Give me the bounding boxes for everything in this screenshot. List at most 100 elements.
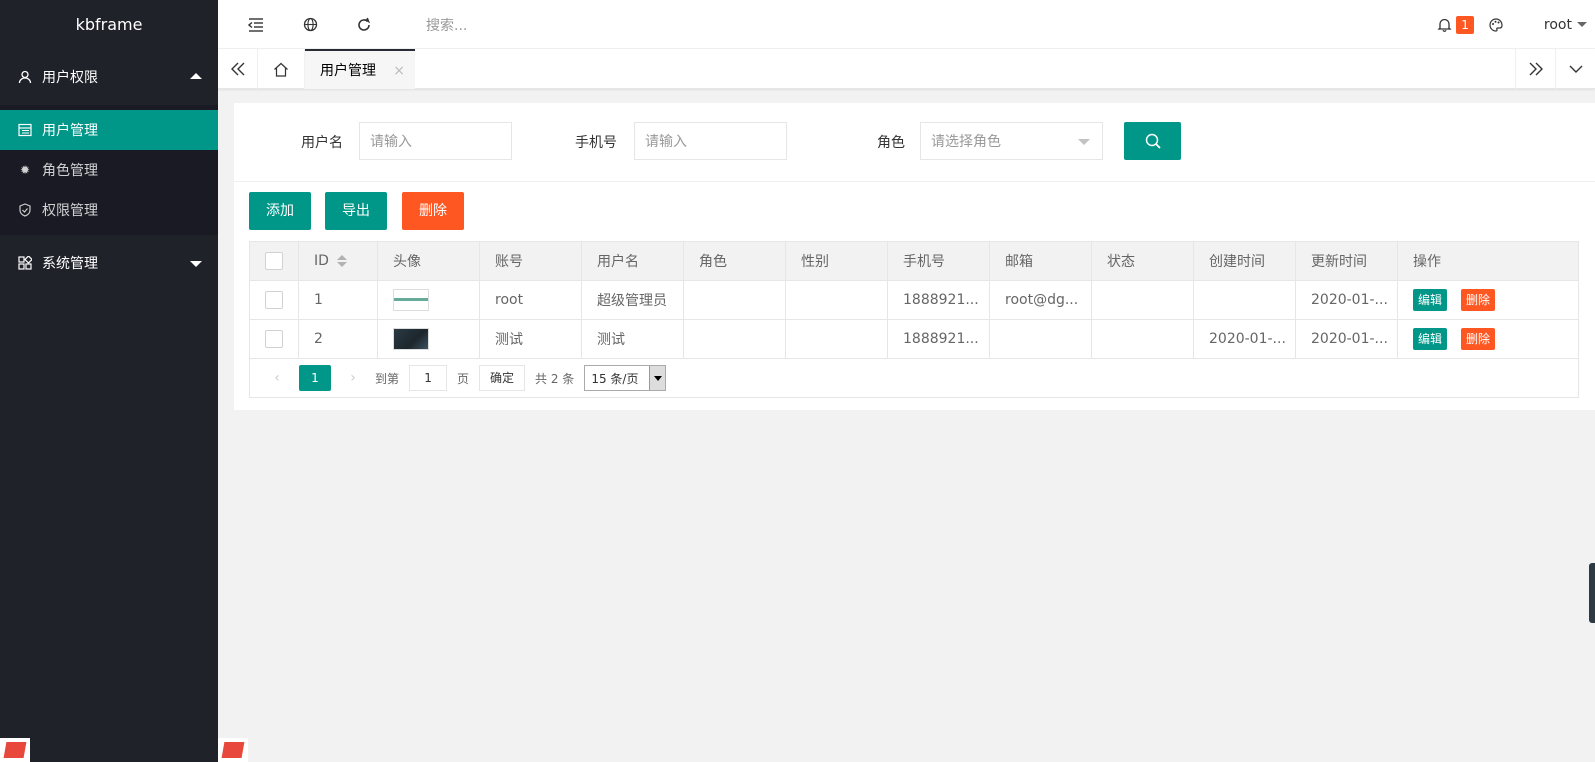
prev-page-icon[interactable]: ‹ bbox=[265, 370, 289, 386]
palette-icon[interactable] bbox=[1488, 17, 1504, 33]
sidebar-item-label: 角色管理 bbox=[42, 163, 98, 179]
username-input[interactable]: 请输入 bbox=[359, 122, 512, 160]
column-label: ID bbox=[314, 253, 329, 269]
page-size-select[interactable]: 15 条/页 bbox=[584, 365, 667, 391]
username-placeholder: 请输入 bbox=[370, 134, 412, 150]
edit-button[interactable]: 编辑 bbox=[1413, 328, 1448, 350]
bell-icon[interactable] bbox=[1437, 17, 1452, 32]
delete-button[interactable]: 删除 bbox=[1461, 328, 1496, 350]
tabs-scroll-right-icon[interactable] bbox=[1515, 49, 1555, 89]
cell-username: 超级管理员 bbox=[582, 281, 684, 319]
sidebar-item-user-management[interactable]: 用户管理 bbox=[0, 110, 218, 150]
side-scroll-handle[interactable] bbox=[1589, 563, 1595, 623]
table-row: 2 测试 测试 1888921... 2020-01-... 2020-01-.… bbox=[250, 320, 1578, 359]
content-card: 用户名 请输入 手机号 请输入 角色 请选择角色 添加 导出 删除 ID 头像 … bbox=[234, 103, 1595, 410]
column-header-gender: 性别 bbox=[786, 242, 888, 280]
goto-label: 到第 bbox=[375, 371, 400, 386]
search-button[interactable] bbox=[1124, 122, 1181, 160]
delete-button[interactable]: 删除 bbox=[1461, 289, 1496, 311]
cell-created: 2020-01-... bbox=[1194, 320, 1296, 358]
nav-group-label: 系统管理 bbox=[42, 256, 98, 272]
home-icon[interactable] bbox=[258, 49, 305, 89]
chevron-down-icon bbox=[649, 366, 666, 390]
nav-group-system-management[interactable]: 系统管理 bbox=[0, 235, 218, 291]
role-label: 角色 bbox=[877, 135, 905, 151]
tab-user-management[interactable]: 用户管理 × bbox=[305, 49, 415, 89]
sidebar-item-role-management[interactable]: ✹ 角色管理 bbox=[0, 150, 218, 190]
cell-created bbox=[1194, 281, 1296, 319]
goto-confirm-button[interactable]: 确定 bbox=[479, 365, 526, 391]
column-header-username: 用户名 bbox=[582, 242, 684, 280]
notification-badge: 1 bbox=[1456, 15, 1474, 34]
gear-icon: ✹ bbox=[19, 163, 31, 177]
table-header-row: ID 头像 账号 用户名 角色 性别 手机号 邮箱 状态 创建时间 更新时间 操… bbox=[250, 242, 1578, 281]
cell-account: root bbox=[480, 281, 582, 319]
select-all-cell bbox=[250, 242, 299, 280]
cell-email: root@dg... bbox=[990, 281, 1092, 319]
table-row: 1 root 超级管理员 1888921... root@dg... 2020-… bbox=[250, 281, 1578, 320]
select-all-checkbox[interactable] bbox=[265, 252, 283, 270]
table-icon bbox=[18, 123, 32, 137]
column-header-avatar: 头像 bbox=[378, 242, 480, 280]
collapse-menu-icon[interactable] bbox=[236, 0, 276, 49]
search-form: 用户名 请输入 手机号 请输入 角色 请选择角色 bbox=[234, 103, 1595, 182]
next-page-icon[interactable]: › bbox=[341, 370, 365, 386]
sort-icon[interactable] bbox=[336, 255, 347, 267]
globe-icon[interactable] bbox=[290, 0, 330, 49]
username-label: 用户名 bbox=[301, 135, 343, 151]
top-header: 搜索... 1 root bbox=[218, 0, 1595, 49]
role-select[interactable]: 请选择角色 bbox=[920, 122, 1103, 160]
column-header-created: 创建时间 bbox=[1194, 242, 1296, 280]
cell-updated: 2020-01-... bbox=[1296, 281, 1398, 319]
username: root bbox=[1543, 16, 1572, 33]
tabs-menu-chevron-down-icon[interactable] bbox=[1555, 49, 1595, 89]
caret-up-icon bbox=[190, 73, 202, 79]
phone-placeholder: 请输入 bbox=[645, 134, 687, 150]
nav-submenu: 用户管理 ✹ 角色管理 权限管理 bbox=[0, 105, 218, 235]
cell-status bbox=[1092, 281, 1194, 319]
column-header-account: 账号 bbox=[480, 242, 582, 280]
add-button[interactable]: 添加 bbox=[249, 192, 311, 230]
column-header-id[interactable]: ID bbox=[299, 242, 378, 280]
cell-id: 1 bbox=[299, 281, 378, 319]
row-checkbox[interactable] bbox=[265, 291, 283, 309]
chevron-down-icon bbox=[1078, 139, 1090, 145]
nav-group-label: 用户权限 bbox=[42, 70, 98, 86]
cell-status bbox=[1092, 320, 1194, 358]
export-button[interactable]: 导出 bbox=[325, 192, 387, 230]
goto-page-input[interactable]: 1 bbox=[409, 365, 448, 391]
shield-icon bbox=[18, 203, 32, 217]
user-icon bbox=[18, 70, 32, 84]
column-header-actions: 操作 bbox=[1413, 254, 1441, 270]
avatar[interactable] bbox=[393, 289, 429, 311]
tabs-scroll-left-icon[interactable] bbox=[218, 49, 258, 89]
row-checkbox[interactable] bbox=[265, 330, 283, 348]
refresh-icon[interactable] bbox=[344, 0, 384, 49]
edit-button[interactable]: 编辑 bbox=[1413, 289, 1448, 311]
role-placeholder: 请选择角色 bbox=[931, 134, 1001, 150]
tab-bar: 用户管理 × bbox=[218, 49, 1595, 89]
cell-phone: 1888921... bbox=[888, 281, 990, 319]
nav-group-user-permissions[interactable]: 用户权限 bbox=[0, 49, 218, 105]
cell-phone: 1888921... bbox=[888, 320, 990, 358]
sidebar-item-label: 权限管理 bbox=[42, 203, 98, 219]
sidebar-item-permission-management[interactable]: 权限管理 bbox=[0, 190, 218, 230]
phone-label: 手机号 bbox=[575, 135, 617, 151]
user-menu[interactable]: root bbox=[1528, 17, 1595, 33]
caret-down-icon bbox=[190, 261, 202, 267]
batch-delete-button[interactable]: 删除 bbox=[402, 192, 464, 230]
app-logo[interactable]: kbframe bbox=[0, 0, 218, 49]
column-header-role: 角色 bbox=[684, 242, 786, 280]
avatar[interactable] bbox=[393, 328, 429, 350]
cell-updated: 2020-01-... bbox=[1296, 320, 1398, 358]
cell-role bbox=[684, 320, 786, 358]
cell-gender bbox=[786, 320, 888, 358]
user-table: ID 头像 账号 用户名 角色 性别 手机号 邮箱 状态 创建时间 更新时间 操… bbox=[249, 241, 1579, 398]
cell-gender bbox=[786, 281, 888, 319]
page-current[interactable]: 1 bbox=[299, 365, 331, 391]
close-icon[interactable]: × bbox=[393, 63, 405, 79]
brand-mark-icon bbox=[218, 738, 248, 762]
header-search[interactable]: 搜索... bbox=[426, 15, 467, 35]
phone-input[interactable]: 请输入 bbox=[634, 122, 787, 160]
cell-email bbox=[990, 320, 1092, 358]
